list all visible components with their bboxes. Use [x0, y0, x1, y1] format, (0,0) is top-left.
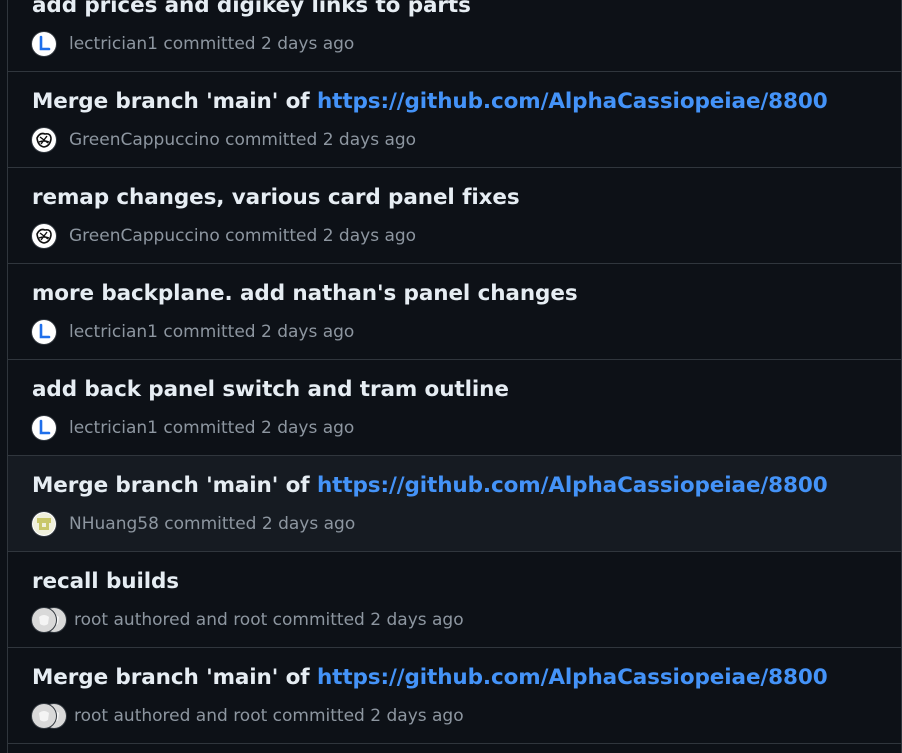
- commit-row[interactable]: add back panel switch and tram outline l…: [8, 360, 901, 456]
- commit-action: committed: [163, 418, 256, 438]
- commit-byline: GreenCappuccino committed 2 days ago: [69, 226, 416, 246]
- commit-meta: root authored and root committed 2 days …: [32, 607, 464, 633]
- commit-list: add prices and digikey links to parts le…: [8, 0, 901, 744]
- commit-action: authored and root committed: [113, 706, 365, 726]
- commit-action: committed: [225, 226, 318, 246]
- commit-message[interactable]: recall builds: [32, 569, 179, 594]
- lectrician1-avatar-icon[interactable]: [32, 320, 56, 344]
- commit-byline: lectrician1 committed 2 days ago: [69, 34, 354, 54]
- commit-title[interactable]: more backplane. add nathan's panel chang…: [32, 281, 578, 306]
- root-author-avatar-icon[interactable]: [32, 608, 56, 632]
- commit-byline: root authored and root committed 2 days …: [74, 610, 464, 630]
- greencappuccino-avatar-icon[interactable]: [32, 224, 56, 248]
- commit-byline: lectrician1 committed 2 days ago: [69, 418, 354, 438]
- commit-author-link[interactable]: lectrician1: [69, 418, 158, 438]
- commit-row[interactable]: Merge branch 'main' of https://github.co…: [8, 72, 901, 168]
- commit-meta: root authored and root committed 2 days …: [32, 703, 464, 729]
- commit-row[interactable]: remap changes, various card panel fixes …: [8, 168, 901, 264]
- commit-time: 2 days ago: [322, 226, 417, 246]
- greencappuccino-avatar-icon[interactable]: [32, 128, 56, 152]
- commit-time: 2 days ago: [260, 322, 355, 342]
- commit-title[interactable]: Merge branch 'main' of https://github.co…: [32, 89, 828, 114]
- commit-author-link[interactable]: root: [74, 610, 108, 630]
- commit-byline: NHuang58 committed 2 days ago: [69, 514, 355, 534]
- commit-message[interactable]: add back panel switch and tram outline: [32, 377, 509, 402]
- commit-meta: GreenCappuccino committed 2 days ago: [32, 223, 416, 249]
- commit-author-link[interactable]: NHuang58: [69, 514, 159, 534]
- commit-time: 2 days ago: [260, 34, 355, 54]
- commit-message[interactable]: Merge branch 'main' of: [32, 473, 317, 498]
- commit-time: 2 days ago: [322, 130, 417, 150]
- commit-meta: GreenCappuccino committed 2 days ago: [32, 127, 416, 153]
- commit-row[interactable]: more backplane. add nathan's panel chang…: [8, 264, 901, 360]
- repo-link[interactable]: https://github.com/AlphaCassiopeiae/8800: [317, 665, 828, 690]
- commit-action: authored and root committed: [113, 610, 365, 630]
- commit-title[interactable]: Merge branch 'main' of https://github.co…: [32, 473, 828, 498]
- commit-row[interactable]: add prices and digikey links to parts le…: [8, 0, 901, 72]
- commit-title[interactable]: add prices and digikey links to parts: [32, 0, 471, 18]
- lectrician1-avatar-icon[interactable]: [32, 416, 56, 440]
- lectrician1-avatar-icon[interactable]: [32, 32, 56, 56]
- commit-byline: root authored and root committed 2 days …: [74, 706, 464, 726]
- commit-message[interactable]: Merge branch 'main' of: [32, 665, 317, 690]
- commit-message[interactable]: add prices and digikey links to parts: [32, 0, 471, 18]
- commit-action: committed: [164, 514, 257, 534]
- commit-time: 2 days ago: [370, 706, 464, 726]
- commit-author-link[interactable]: GreenCappuccino: [69, 130, 220, 150]
- commit-row[interactable]: Merge branch 'main' of https://github.co…: [8, 456, 901, 552]
- commit-meta: NHuang58 committed 2 days ago: [32, 511, 355, 537]
- commit-time: 2 days ago: [260, 418, 355, 438]
- commit-title[interactable]: recall builds: [32, 569, 179, 594]
- commit-message[interactable]: remap changes, various card panel fixes: [32, 185, 520, 210]
- commit-title[interactable]: add back panel switch and tram outline: [32, 377, 509, 402]
- repo-link[interactable]: https://github.com/AlphaCassiopeiae/8800: [317, 473, 828, 498]
- commit-author-link[interactable]: lectrician1: [69, 322, 158, 342]
- commit-message[interactable]: Merge branch 'main' of: [32, 89, 317, 114]
- commit-meta: lectrician1 committed 2 days ago: [32, 319, 354, 345]
- commit-time: 2 days ago: [370, 610, 464, 630]
- commit-author-link[interactable]: lectrician1: [69, 34, 158, 54]
- root-author-avatar-icon[interactable]: [32, 704, 56, 728]
- commit-byline: GreenCappuccino committed 2 days ago: [69, 130, 416, 150]
- commit-row[interactable]: recall builds root authored and root com…: [8, 552, 901, 648]
- commit-title[interactable]: Merge branch 'main' of https://github.co…: [32, 665, 828, 690]
- avatar-stack: [32, 607, 66, 633]
- commit-message[interactable]: more backplane. add nathan's panel chang…: [32, 281, 578, 306]
- repo-link[interactable]: https://github.com/AlphaCassiopeiae/8800: [317, 89, 828, 114]
- commit-action: committed: [163, 322, 256, 342]
- commit-byline: lectrician1 committed 2 days ago: [69, 322, 354, 342]
- commit-time: 2 days ago: [261, 514, 356, 534]
- commit-meta: lectrician1 committed 2 days ago: [32, 31, 354, 57]
- commit-action: committed: [225, 130, 318, 150]
- commit-author-link[interactable]: GreenCappuccino: [69, 226, 220, 246]
- nhuang58-avatar-icon[interactable]: [32, 512, 56, 536]
- commit-row[interactable]: Merge branch 'main' of https://github.co…: [8, 648, 901, 744]
- commit-author-link[interactable]: root: [74, 706, 108, 726]
- commit-action: committed: [163, 34, 256, 54]
- commit-meta: lectrician1 committed 2 days ago: [32, 415, 354, 441]
- avatar-stack: [32, 703, 66, 729]
- commit-title[interactable]: remap changes, various card panel fixes: [32, 185, 520, 210]
- commit-history-panel: add prices and digikey links to parts le…: [7, 0, 902, 753]
